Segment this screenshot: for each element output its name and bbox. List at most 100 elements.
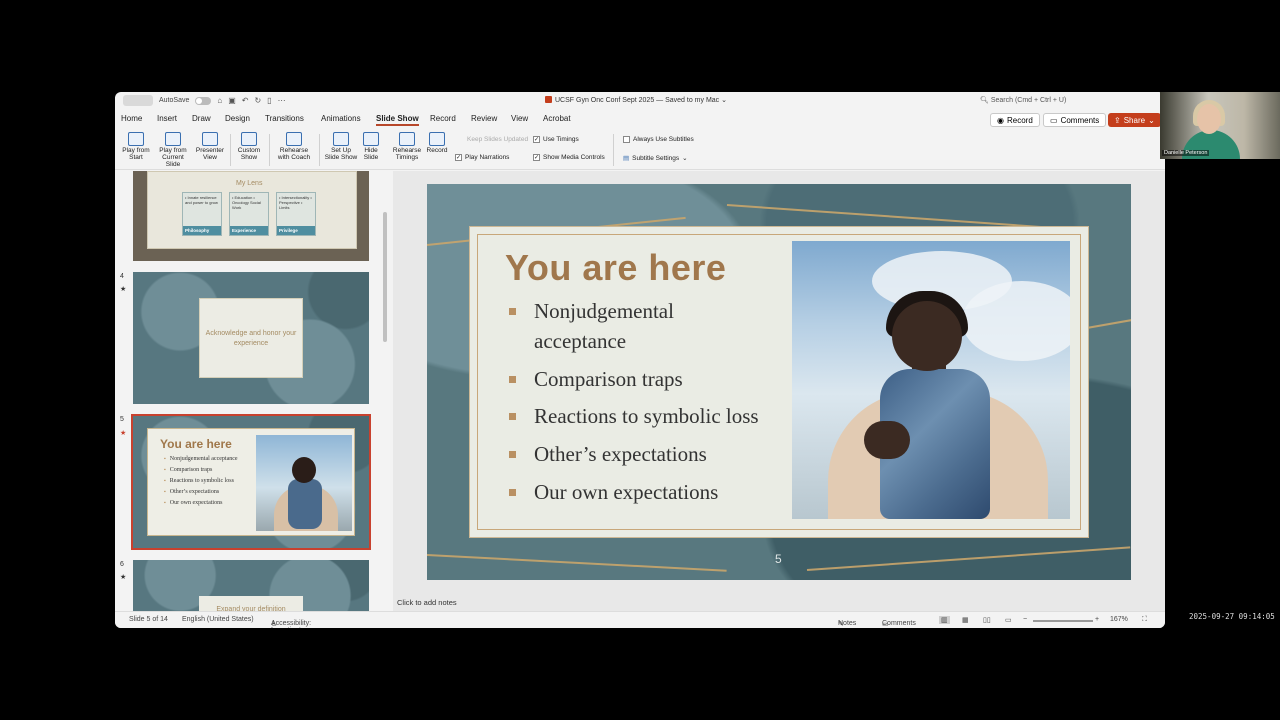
- presenter-view-button[interactable]: Presenter View: [195, 132, 225, 162]
- rehearse-coach-icon: [286, 132, 302, 146]
- reading-view-icon[interactable]: ▯▯: [983, 616, 991, 624]
- bullet-item: Our own expectations: [508, 478, 788, 508]
- keep-slides-label: Keep Slides Updated: [467, 136, 529, 143]
- slide-thumbnail-3[interactable]: My Lens • Innate resilience and power to…: [133, 171, 369, 261]
- thumb-photo: [256, 435, 352, 531]
- cloud-shape: [962, 281, 1070, 361]
- ribbon-label: Slide: [363, 153, 379, 161]
- window-controls[interactable]: [123, 95, 153, 106]
- setup-show-icon: [333, 132, 349, 146]
- slide-thumbnails-panel: My Lens • Innate resilience and power to…: [115, 171, 385, 611]
- subtitles-label: Always Use Subtitles: [633, 136, 694, 143]
- ribbon-label: Slide Show: [324, 153, 358, 161]
- document-title-text: UCSF Gyn Onc Conf Sept 2025 — Saved to m…: [555, 97, 727, 104]
- record-button[interactable]: ◉ Record: [990, 113, 1040, 127]
- subtitle-settings-button[interactable]: ▤ Subtitle Settings ⌄: [623, 154, 688, 163]
- notes-placeholder[interactable]: Click to add notes: [397, 598, 457, 607]
- comment-icon: ▭: [1050, 115, 1058, 125]
- slide-count: Slide 5 of 14: [129, 616, 168, 623]
- recording-timestamp: 2025-09-27 09:14:05: [1189, 612, 1275, 621]
- gold-vein: [726, 204, 1047, 228]
- current-slide[interactable]: You are here Nonjudgemental acceptance C…: [427, 184, 1131, 580]
- thumbnail-scrollbar[interactable]: [383, 212, 387, 342]
- normal-view-icon[interactable]: ▥: [939, 616, 950, 624]
- use-timings-checkbox[interactable]: ✓ Use Timings: [533, 136, 579, 143]
- share-button[interactable]: ⇪ Share ⌄: [1108, 113, 1161, 127]
- slide-5-card: You are here Nonjudgemental acceptance C…: [147, 428, 355, 536]
- document-title[interactable]: UCSF Gyn Onc Conf Sept 2025 — Saved to m…: [545, 96, 727, 104]
- slide-thumbnail-6[interactable]: Expand your definition: [133, 560, 369, 611]
- autosave-toggle[interactable]: [195, 96, 212, 105]
- tab-acrobat[interactable]: Acrobat: [543, 114, 571, 123]
- tab-home[interactable]: Home: [121, 114, 142, 123]
- record-slideshow-icon: [429, 132, 445, 146]
- save-icon[interactable]: ▣: [228, 96, 236, 105]
- thumb-bullet: Comparison traps: [164, 467, 246, 474]
- undo-icon[interactable]: ↶: [242, 96, 249, 105]
- thumb-bullet: Our own expectations: [164, 500, 246, 507]
- tab-review[interactable]: Review: [471, 114, 497, 123]
- play-narrations-checkbox[interactable]: ✓ Play Narrations: [455, 154, 509, 161]
- tab-insert[interactable]: Insert: [157, 114, 177, 123]
- more-icon[interactable]: ⋯: [278, 96, 286, 105]
- rehearse-coach-button[interactable]: Rehearse with Coach: [275, 132, 313, 162]
- hide-slide-button[interactable]: Hide Slide: [361, 132, 381, 162]
- use-timings-label: Use Timings: [543, 136, 579, 143]
- always-use-subtitles-checkbox[interactable]: Always Use Subtitles: [623, 136, 694, 143]
- checkbox-checked: ✓: [455, 154, 462, 161]
- redo-icon[interactable]: ↻: [254, 96, 261, 105]
- slide-sorter-icon[interactable]: ▦: [962, 616, 969, 624]
- animation-star-icon: ★: [120, 574, 127, 581]
- rehearse-timings-icon: [399, 132, 415, 146]
- record-icon: ◉: [997, 115, 1004, 125]
- slideshow-view-icon[interactable]: ▭: [1005, 616, 1012, 624]
- slide-number: 5: [120, 416, 124, 423]
- show-media-controls-checkbox[interactable]: ✓ Show Media Controls: [533, 154, 605, 161]
- play-from-start-button[interactable]: Play from Start: [120, 132, 152, 162]
- autosave-label: AutoSave: [159, 97, 190, 104]
- slide-thumbnail-4[interactable]: Acknowledge and honor your experience: [133, 272, 369, 404]
- chevron-down-icon: ⌄: [682, 155, 688, 162]
- new-doc-icon[interactable]: ▯: [267, 96, 271, 105]
- tab-animations[interactable]: Animations: [321, 114, 361, 123]
- ribbon-label: Record: [426, 147, 448, 154]
- slide-content-card: You are here Nonjudgemental acceptance C…: [469, 226, 1089, 538]
- bullet-item: Comparison traps: [508, 365, 788, 395]
- search-placeholder: Search (Cmd + Ctrl + U): [990, 97, 1067, 104]
- checkbox-checked: ✓: [533, 154, 540, 161]
- fit-to-window-icon[interactable]: ⛶: [1142, 616, 1147, 624]
- tab-draw[interactable]: Draw: [192, 114, 211, 123]
- tab-slide-show[interactable]: Slide Show: [376, 114, 419, 126]
- tab-design[interactable]: Design: [225, 114, 250, 123]
- play-current-slide-button[interactable]: Play from Current Slide: [155, 132, 191, 168]
- rehearse-timings-button[interactable]: Rehearse Timings: [392, 132, 422, 162]
- box-text: • Innate resilience and power to grow: [185, 195, 218, 205]
- comments-button[interactable]: ▭ Comments: [1043, 113, 1107, 127]
- zoom-level[interactable]: 167%: [1110, 616, 1128, 623]
- setup-slide-show-button[interactable]: Set Up Slide Show: [323, 132, 359, 162]
- slide-number-label: 5: [775, 552, 782, 566]
- record-label: Record: [1006, 115, 1033, 125]
- tab-record[interactable]: Record: [430, 114, 456, 123]
- thumb-bullets: Nonjudgemental acceptance Comparison tra…: [164, 456, 246, 511]
- slide-bullet-list[interactable]: Nonjudgemental acceptance Comparison tra…: [508, 297, 788, 516]
- custom-show-button[interactable]: Custom Show: [235, 132, 263, 162]
- slide-title[interactable]: You are here: [505, 247, 726, 289]
- record-slideshow-button[interactable]: Record: [425, 132, 449, 155]
- box-label: Philosophy: [183, 226, 221, 235]
- search-box[interactable]: 🔍︎ Search (Cmd + Ctrl + U): [980, 96, 1066, 104]
- play-from-start-icon: [128, 132, 144, 146]
- slide-thumbnail-5[interactable]: You are here Nonjudgemental acceptance C…: [131, 414, 371, 550]
- slide-photo[interactable]: [792, 241, 1070, 519]
- animation-star-icon: ★: [120, 430, 127, 437]
- tab-view[interactable]: View: [511, 114, 528, 123]
- tab-transitions[interactable]: Transitions: [265, 114, 304, 123]
- status-comments-label: Comments: [882, 620, 916, 627]
- zoom-in-icon[interactable]: +: [1095, 616, 1099, 623]
- thumb-bullet: Reactions to symbolic loss: [164, 478, 246, 485]
- zoom-out-icon[interactable]: −: [1023, 616, 1027, 623]
- home-icon[interactable]: ⌂: [217, 96, 222, 105]
- language[interactable]: English (United States): [182, 616, 254, 623]
- zoom-slider[interactable]: [1033, 620, 1093, 622]
- play-current-icon: [165, 132, 181, 146]
